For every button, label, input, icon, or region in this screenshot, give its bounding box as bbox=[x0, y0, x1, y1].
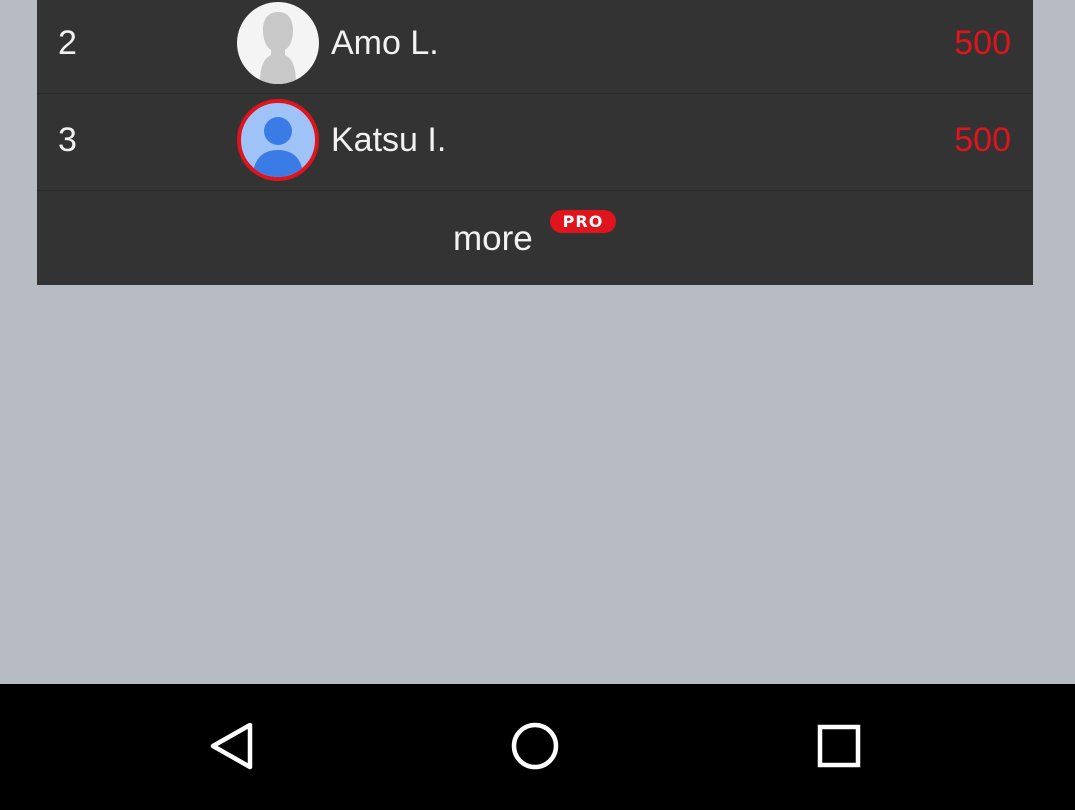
home-icon[interactable] bbox=[503, 714, 567, 778]
leaderboard-row[interactable]: 2 Amo L. 500 bbox=[37, 0, 1033, 94]
back-icon[interactable] bbox=[200, 714, 264, 778]
default-avatar-icon bbox=[237, 2, 319, 84]
player-name: Amo L. bbox=[331, 24, 439, 62]
player-name: Katsu I. bbox=[331, 121, 447, 159]
more-label: more bbox=[453, 219, 533, 258]
user-avatar-icon bbox=[237, 99, 319, 181]
rank-number: 2 bbox=[58, 24, 77, 62]
screen: 2 Amo L. 500 3 Katsu I. 500 more PRO bbox=[0, 0, 1075, 810]
system-nav-bar bbox=[0, 684, 1075, 810]
more-button[interactable]: more PRO bbox=[37, 191, 1033, 285]
player-score: 500 bbox=[954, 121, 1011, 159]
leaderboard-card: 2 Amo L. 500 3 Katsu I. 500 more PRO bbox=[37, 0, 1033, 285]
recents-icon[interactable] bbox=[807, 714, 871, 778]
rank-number: 3 bbox=[58, 121, 77, 159]
leaderboard-row[interactable]: 3 Katsu I. 500 bbox=[37, 94, 1033, 191]
pro-badge: PRO bbox=[550, 210, 616, 233]
player-score: 500 bbox=[954, 24, 1011, 62]
